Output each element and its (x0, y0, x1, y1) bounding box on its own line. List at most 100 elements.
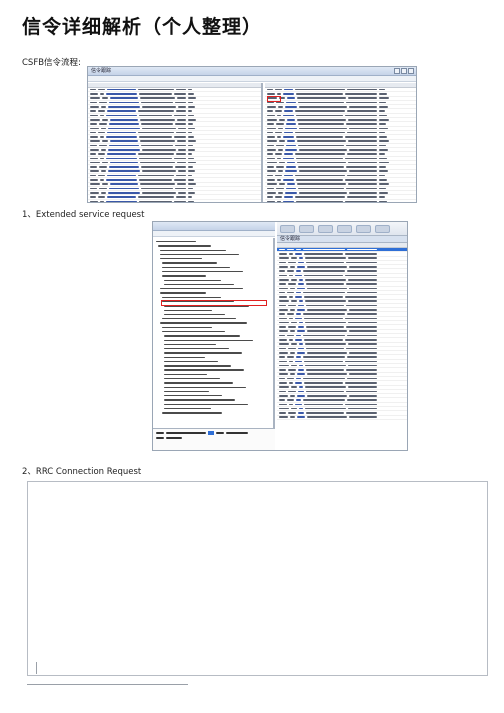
cell-text (177, 183, 186, 185)
cell-text (306, 304, 344, 307)
tree-node[interactable] (156, 347, 271, 350)
tree-node[interactable] (156, 274, 271, 277)
cell-text (177, 97, 186, 100)
tree-node[interactable] (156, 356, 271, 359)
menu-item[interactable] (299, 224, 314, 233)
cell-text (348, 183, 377, 185)
tree-node[interactable] (156, 377, 271, 380)
tree-node[interactable] (156, 394, 271, 397)
tree-node-text (164, 313, 225, 316)
tree-node[interactable] (156, 407, 271, 410)
tree-node[interactable] (156, 291, 271, 294)
cell-text (287, 377, 294, 380)
tree-node[interactable] (156, 261, 271, 264)
tree-node[interactable] (156, 249, 271, 252)
tree-node[interactable] (156, 411, 271, 414)
section-heading-1: 1、Extended service request (22, 210, 145, 220)
cell-text (299, 257, 303, 260)
tree-node[interactable] (156, 330, 271, 333)
cell-text (379, 88, 385, 91)
cell-text (306, 261, 344, 264)
cell-text (288, 304, 296, 307)
cell-text (290, 373, 295, 376)
cell-text (287, 399, 294, 401)
tree-node[interactable] (156, 253, 271, 256)
maximize-icon[interactable] (401, 68, 407, 74)
cell-text (98, 110, 105, 112)
cell-text (267, 110, 273, 112)
cell-text (108, 191, 140, 194)
table-row[interactable] (88, 200, 261, 202)
tree-node[interactable] (156, 317, 271, 320)
cell-text (303, 270, 345, 272)
cell-text (345, 179, 377, 181)
cell-text (298, 187, 344, 190)
tree-node[interactable] (156, 313, 271, 316)
tree-node[interactable] (156, 283, 271, 286)
cell-text (279, 339, 287, 341)
tree-node[interactable] (156, 321, 271, 324)
cell-text (290, 309, 295, 311)
tree-node[interactable] (156, 257, 271, 260)
tree-node[interactable] (156, 296, 271, 299)
cell-text (305, 407, 346, 410)
cell-text (348, 407, 377, 410)
tree-node[interactable] (156, 334, 271, 337)
menu-item[interactable] (337, 224, 352, 233)
cell-text (267, 183, 277, 185)
cell-text (298, 101, 344, 104)
cell-text (379, 157, 387, 160)
cell-text (175, 166, 186, 168)
table-row[interactable] (265, 200, 416, 202)
cell-text (90, 93, 98, 95)
tree-node[interactable] (156, 390, 271, 393)
minimize-icon[interactable] (394, 68, 400, 74)
close-icon[interactable] (408, 68, 414, 74)
menu-item[interactable] (375, 224, 390, 233)
cell-text (379, 166, 386, 168)
tree-node[interactable] (156, 398, 271, 401)
tree-node[interactable] (156, 343, 271, 346)
cell-text (298, 326, 304, 328)
tree-node[interactable] (156, 266, 271, 269)
tree-node[interactable] (156, 403, 271, 406)
menu-item[interactable] (318, 224, 333, 233)
cell-text (275, 110, 282, 112)
tree-node[interactable] (156, 240, 271, 243)
tree-node[interactable] (156, 351, 271, 354)
tree-node[interactable] (156, 338, 271, 341)
cell-text (267, 191, 276, 194)
cell-text (267, 153, 273, 155)
tree-node[interactable] (156, 270, 271, 273)
tree-node[interactable] (156, 381, 271, 384)
tree-node[interactable] (156, 360, 271, 363)
menu-item[interactable] (280, 224, 295, 233)
cell-text (345, 403, 377, 406)
tree-node[interactable] (156, 287, 271, 290)
tree-node[interactable] (156, 309, 271, 312)
cell-text (174, 179, 186, 181)
cell-text (109, 123, 139, 125)
cell-text (188, 110, 192, 112)
tree-node[interactable] (156, 368, 271, 371)
tree-node[interactable] (156, 326, 271, 329)
cell-text (303, 248, 345, 251)
window-title: 信令跟踪 (91, 68, 112, 74)
tree-node[interactable] (156, 386, 271, 389)
cell-text (279, 330, 288, 333)
tree-node-text (164, 309, 212, 311)
cell-text (90, 200, 98, 202)
tree-node-text (164, 399, 235, 401)
tree-node[interactable] (156, 373, 271, 376)
tree-node[interactable] (156, 364, 271, 367)
tree-node[interactable] (156, 244, 271, 247)
cell-text (297, 287, 305, 290)
cell-text (304, 296, 343, 298)
cell-text (98, 196, 105, 198)
cell-text (307, 351, 347, 354)
table-row[interactable] (277, 416, 407, 420)
tree-node[interactable] (156, 279, 271, 282)
cell-text (348, 321, 377, 324)
menu-item[interactable] (356, 224, 371, 233)
cell-text (288, 412, 296, 414)
